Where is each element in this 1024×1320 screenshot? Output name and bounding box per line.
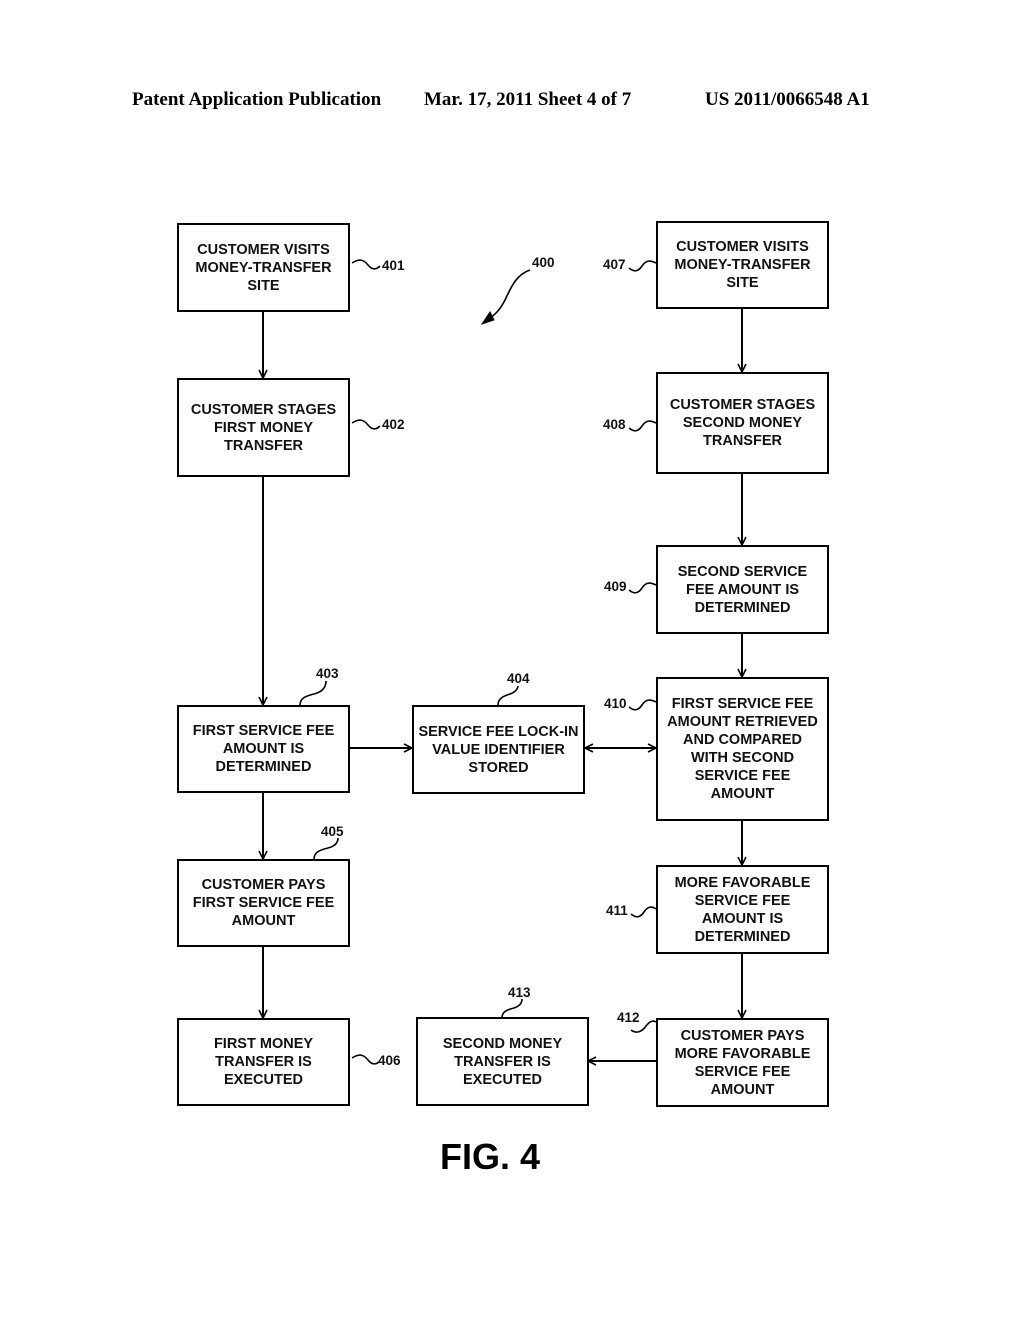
- leader-413: [501, 998, 523, 1019]
- step-401-text: CUSTOMER VISITS MONEY-TRANSFER SITE: [195, 241, 332, 294]
- ref-407: 407: [603, 257, 626, 272]
- leader-409: [628, 582, 657, 594]
- step-402-text: CUSTOMER STAGES FIRST MONEY TRANSFER: [190, 401, 337, 454]
- leader-402: [351, 419, 381, 430]
- ref-410: 410: [604, 696, 627, 711]
- figure-pointer-arrowhead: [480, 311, 495, 325]
- ref-408: 408: [603, 417, 626, 432]
- step-407-box: CUSTOMER VISITS MONEY-TRANSFER SITE: [656, 221, 829, 309]
- ref-405: 405: [321, 824, 344, 839]
- leader-410: [628, 699, 657, 711]
- step-410-text: FIRST SERVICE FEE AMOUNT RETRIEVED AND C…: [667, 696, 818, 802]
- step-411-text: MORE FAVORABLE SERVICE FEE AMOUNT IS DET…: [674, 874, 811, 945]
- step-408-text: CUSTOMER STAGES SECOND MONEY TRANSFER: [669, 397, 816, 449]
- step-410-box: FIRST SERVICE FEE AMOUNT RETRIEVED AND C…: [656, 677, 829, 821]
- ref-406: 406: [378, 1053, 401, 1068]
- step-411-box: MORE FAVORABLE SERVICE FEE AMOUNT IS DET…: [656, 865, 829, 954]
- ref-412: 412: [617, 1010, 640, 1025]
- step-409-box: SECOND SERVICE FEE AMOUNT IS DETERMINED: [656, 545, 829, 634]
- step-402-box: CUSTOMER STAGES FIRST MONEY TRANSFER: [177, 378, 350, 477]
- leader-405: [313, 837, 339, 860]
- step-412-text: CUSTOMER PAYS MORE FAVORABLE SERVICE FEE…: [674, 1027, 811, 1098]
- leader-401: [351, 259, 381, 270]
- ref-411: 411: [606, 903, 628, 918]
- leader-408: [628, 420, 657, 432]
- step-403-box: FIRST SERVICE FEE AMOUNT IS DETERMINED: [177, 705, 350, 793]
- step-404-box: SERVICE FEE LOCK-IN VALUE IDENTIFIER STO…: [412, 705, 585, 794]
- leader-407: [628, 260, 657, 272]
- ref-413: 413: [508, 985, 531, 1000]
- step-407-text: CUSTOMER VISITS MONEY-TRANSFER SITE: [674, 239, 811, 291]
- leader-411: [630, 906, 657, 918]
- figure-label: FIG. 4: [439, 1136, 541, 1177]
- step-401-box: CUSTOMER VISITS MONEY-TRANSFER SITE: [177, 223, 350, 312]
- step-404-text: SERVICE FEE LOCK-IN VALUE IDENTIFIER STO…: [418, 723, 579, 776]
- step-406-box: FIRST MONEY TRANSFER IS EXECUTED: [177, 1018, 350, 1106]
- leader-403: [299, 680, 327, 706]
- step-403-text: FIRST SERVICE FEE AMOUNT IS DETERMINED: [192, 723, 335, 775]
- leader-406: [351, 1054, 381, 1065]
- step-408-box: CUSTOMER STAGES SECOND MONEY TRANSFER: [656, 372, 829, 474]
- ref-402: 402: [382, 417, 405, 432]
- step-405-text: CUSTOMER PAYS FIRST SERVICE FEE AMOUNT: [192, 877, 335, 929]
- figure-pointer-400: [486, 269, 531, 321]
- leader-404: [497, 685, 519, 706]
- ref-401: 401: [382, 258, 405, 273]
- step-412-box: CUSTOMER PAYS MORE FAVORABLE SERVICE FEE…: [656, 1018, 829, 1107]
- step-409-text: SECOND SERVICE FEE AMOUNT IS DETERMINED: [677, 563, 808, 616]
- step-406-text: FIRST MONEY TRANSFER IS EXECUTED: [213, 1036, 314, 1088]
- flowchart-connectors: [0, 259, 1024, 1320]
- ref-400: 400: [532, 255, 555, 270]
- step-413-box: SECOND MONEY TRANSFER IS EXECUTED: [416, 1017, 589, 1106]
- step-405-box: CUSTOMER PAYS FIRST SERVICE FEE AMOUNT: [177, 859, 350, 947]
- step-413-text: SECOND MONEY TRANSFER IS EXECUTED: [442, 1035, 563, 1088]
- ref-409: 409: [604, 579, 627, 594]
- ref-403: 403: [316, 666, 339, 681]
- ref-404: 404: [507, 671, 530, 686]
